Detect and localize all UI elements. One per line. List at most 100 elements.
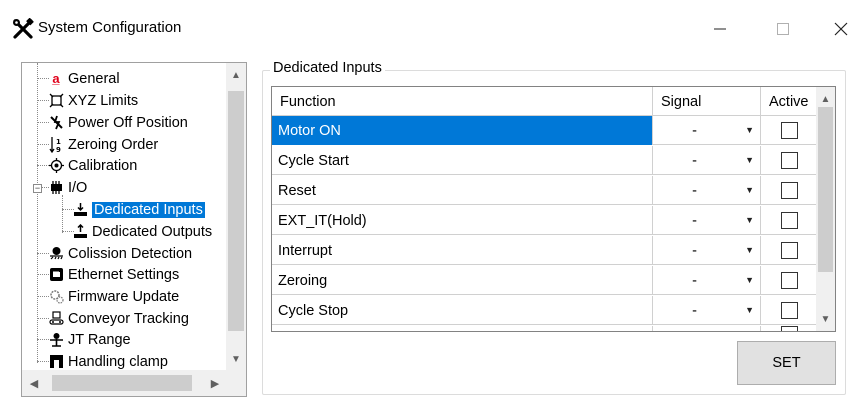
active-cell: [761, 146, 817, 175]
column-header-function[interactable]: Function: [272, 87, 653, 116]
chevron-down-icon[interactable]: ▼: [745, 185, 754, 195]
scroll-thumb[interactable]: [818, 107, 833, 272]
function-cell[interactable]: Interrupt: [272, 236, 653, 265]
settings-tree[interactable]: − a̲ General XYZ Limits Power Off Positi…: [21, 62, 247, 397]
chevron-down-icon[interactable]: ▼: [745, 215, 754, 225]
signal-value: -: [692, 122, 697, 139]
tree-item-conveyor-tracking[interactable]: Conveyor Tracking: [48, 308, 189, 329]
io-icon: [48, 180, 64, 196]
scroll-down-icon[interactable]: ▼: [226, 349, 246, 369]
active-cell: [761, 116, 817, 145]
column-header-signal[interactable]: Signal: [653, 87, 761, 116]
table-row[interactable]: Cycle Start - ▼: [272, 146, 817, 175]
chevron-down-icon[interactable]: ▼: [745, 245, 754, 255]
tree-item-calibration[interactable]: Calibration: [48, 155, 137, 176]
general-icon: a̲: [52, 71, 60, 86]
tree-item-io[interactable]: I/O: [48, 177, 87, 198]
scroll-thumb[interactable]: [228, 91, 244, 331]
signal-dropdown[interactable]: - ▼: [653, 296, 761, 325]
table-row[interactable]: Cycle Stop - ▼: [272, 296, 817, 325]
set-button[interactable]: SET: [737, 341, 836, 385]
tree-item-general[interactable]: a̲ General: [48, 68, 120, 89]
signal-value: -: [692, 212, 697, 229]
column-header-active[interactable]: Active: [761, 87, 817, 116]
tree-item-label: Dedicated Inputs: [92, 201, 205, 218]
function-cell[interactable]: EXT_IT(Hold): [272, 206, 653, 235]
chevron-down-icon[interactable]: ▼: [745, 125, 754, 135]
close-button[interactable]: [826, 14, 856, 44]
tree-item-jt-range[interactable]: JT Range: [48, 329, 131, 350]
inputs-grid[interactable]: Function Signal Active Motor ON - ▼ Cycle…: [271, 86, 836, 332]
tree-item-dedicated-outputs[interactable]: Dedicated Outputs: [72, 221, 212, 242]
tree-item-label: Firmware Update: [68, 288, 180, 305]
signal-dropdown[interactable]: - ▼: [653, 116, 761, 145]
active-cell: [761, 296, 817, 325]
tree-item-xyz-limits[interactable]: XYZ Limits: [48, 90, 138, 111]
function-cell[interactable]: Cycle Stop: [272, 296, 653, 325]
function-cell[interactable]: Zeroing: [272, 266, 653, 295]
maximize-icon: [777, 23, 789, 35]
function-cell[interactable]: Motor ON: [272, 116, 653, 145]
tree-item-handling-clamp[interactable]: Handling clamp: [48, 351, 168, 371]
function-cell[interactable]: Cycle Start: [272, 146, 653, 175]
active-checkbox[interactable]: [780, 242, 798, 259]
scroll-up-icon[interactable]: ▲: [226, 65, 246, 85]
tree-item-zeroing-order[interactable]: 19 Zeroing Order: [48, 134, 158, 155]
scroll-down-icon[interactable]: ▼: [816, 309, 835, 329]
tree-item-label: JT Range: [68, 331, 131, 348]
tools-icon: [13, 18, 34, 39]
tree-item-dedicated-inputs[interactable]: Dedicated Inputs: [72, 199, 205, 220]
tree-horizontal-scrollbar[interactable]: ◀ ▶: [22, 370, 227, 396]
tree-item-power-off-position[interactable]: Power Off Position: [48, 112, 188, 133]
scroll-up-icon[interactable]: ▲: [816, 89, 835, 109]
tree-collapse-toggle[interactable]: −: [33, 184, 42, 193]
table-row[interactable]: EXT_IT(Hold) - ▼: [272, 206, 817, 235]
signal-dropdown[interactable]: - ▼: [653, 146, 761, 175]
active-checkbox[interactable]: [780, 182, 798, 199]
function-cell[interactable]: Reset: [272, 176, 653, 205]
active-checkbox: [780, 326, 798, 331]
tree-item-collision-detection[interactable]: Colission Detection: [48, 243, 192, 264]
table-row[interactable]: Zeroing - ▼: [272, 266, 817, 295]
signal-value: -: [692, 182, 697, 199]
grid-vertical-scrollbar[interactable]: ▲ ▼: [816, 87, 835, 331]
window-title: System Configuration: [38, 19, 182, 36]
active-checkbox[interactable]: [780, 302, 798, 319]
xyz-limits-icon: [48, 93, 64, 109]
signal-dropdown[interactable]: - ▼: [653, 236, 761, 265]
table-row[interactable]: Motor ON - ▼: [272, 116, 817, 145]
zeroing-order-icon: 19: [48, 137, 64, 153]
active-cell: [761, 236, 817, 265]
title-bar: System Configuration: [0, 0, 861, 56]
active-checkbox[interactable]: [780, 122, 798, 139]
svg-text:1: 1: [56, 138, 61, 146]
minimize-button[interactable]: [705, 14, 735, 44]
ethernet-icon: [48, 267, 64, 283]
scrollbar-corner: [226, 370, 246, 396]
active-cell: [761, 266, 817, 295]
collision-icon: [48, 246, 64, 262]
tree-vertical-scrollbar[interactable]: ▲ ▼: [226, 63, 246, 371]
scroll-thumb[interactable]: [52, 375, 192, 391]
chevron-down-icon[interactable]: ▼: [745, 155, 754, 165]
signal-dropdown[interactable]: - ▼: [653, 266, 761, 295]
chevron-down-icon[interactable]: ▼: [745, 305, 754, 315]
table-row[interactable]: Interrupt - ▼: [272, 236, 817, 265]
scroll-left-icon[interactable]: ◀: [24, 370, 44, 396]
active-checkbox[interactable]: [780, 152, 798, 169]
chevron-down-icon[interactable]: ▼: [745, 275, 754, 285]
dedicated-inputs-icon: [72, 202, 88, 218]
signal-value: -: [692, 242, 697, 259]
maximize-button[interactable]: [768, 14, 798, 44]
tree-item-firmware-update[interactable]: Firmware Update: [48, 286, 179, 307]
signal-value: -: [692, 272, 697, 289]
tree-content: − a̲ General XYZ Limits Power Off Positi…: [22, 63, 227, 371]
signal-dropdown[interactable]: - ▼: [653, 206, 761, 235]
tree-item-ethernet-settings[interactable]: Ethernet Settings: [48, 264, 179, 285]
active-checkbox[interactable]: [780, 272, 798, 289]
signal-dropdown[interactable]: - ▼: [653, 176, 761, 205]
scroll-right-icon[interactable]: ▶: [205, 370, 225, 396]
active-checkbox[interactable]: [780, 212, 798, 229]
table-row[interactable]: Reset - ▼: [272, 176, 817, 205]
tree-item-label: General: [68, 70, 120, 87]
